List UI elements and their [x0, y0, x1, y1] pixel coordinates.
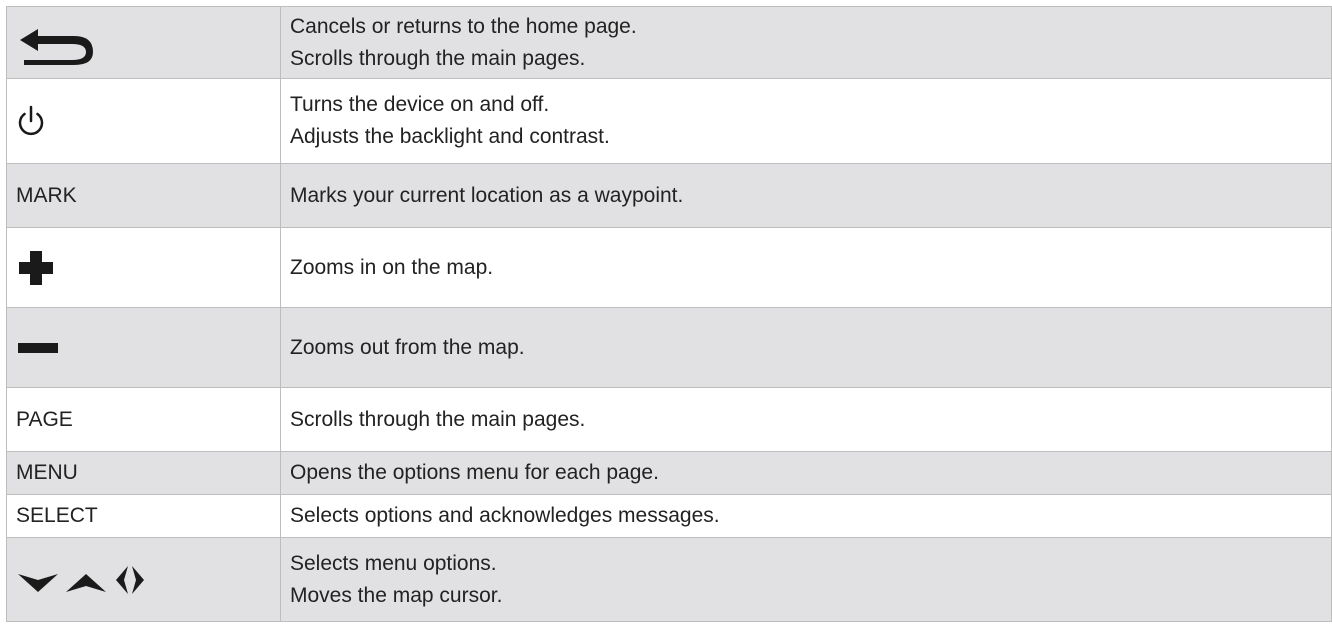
table-row: PAGE Scrolls through the main pages.	[6, 387, 1332, 452]
minus-icon	[18, 342, 58, 353]
description-line: Zooms out from the map.	[290, 335, 525, 359]
back-arrow-icon	[20, 28, 93, 65]
table-row: Cancels or returns to the home page. Scr…	[6, 6, 1332, 79]
key-label: PAGE	[6, 387, 281, 452]
key-label: MENU	[6, 451, 281, 495]
description-cell: Scrolls through the main pages.	[280, 387, 1332, 452]
description-cell: Cancels or returns to the home page. Scr…	[280, 6, 1332, 79]
table-row: Selects menu options. Moves the map curs…	[6, 537, 1332, 622]
key-cell	[6, 227, 281, 308]
description-line: Scrolls through the main pages.	[290, 407, 586, 431]
device-keys-table: Cancels or returns to the home page. Scr…	[6, 6, 1332, 622]
plus-icon	[19, 250, 53, 285]
table-row: Zooms in on the map.	[6, 227, 1332, 308]
key-cell	[6, 6, 281, 79]
table-row: SELECT Selects options and acknowledges …	[6, 494, 1332, 538]
key-label: SELECT	[6, 494, 281, 538]
description-line: Turns the device on and off.	[290, 93, 550, 116]
description-cell: Zooms in on the map.	[280, 227, 1332, 308]
table-row: MARK Marks your current location as a wa…	[6, 163, 1332, 228]
description-line: Opens the options menu for each page.	[290, 461, 659, 484]
description-line: Selects menu options.	[290, 551, 497, 575]
description-cell: Turns the device on and off. Adjusts the…	[280, 78, 1332, 164]
description-line: Marks your current location as a waypoin…	[290, 183, 684, 207]
direction-arrows-icon	[18, 565, 144, 594]
description-cell: Marks your current location as a waypoin…	[280, 163, 1332, 228]
table-row: MENU Opens the options menu for each pag…	[6, 451, 1332, 495]
table-row: Turns the device on and off. Adjusts the…	[6, 78, 1332, 164]
key-cell	[6, 307, 281, 388]
key-cell	[6, 78, 281, 164]
description-cell: Zooms out from the map.	[280, 307, 1332, 388]
power-icon	[18, 105, 44, 136]
key-cell	[6, 537, 281, 622]
description-cell: Opens the options menu for each page.	[280, 451, 1332, 495]
key-label: MARK	[6, 163, 281, 228]
description-line: Cancels or returns to the home page.	[290, 14, 637, 38]
description-line: Adjusts the backlight and contrast.	[290, 125, 610, 148]
description-line: Selects options and acknowledges message…	[290, 504, 720, 527]
description-cell: Selects menu options. Moves the map curs…	[280, 537, 1332, 622]
description-cell: Selects options and acknowledges message…	[280, 494, 1332, 538]
description-line: Zooms in on the map.	[290, 255, 494, 279]
description-line: Scrolls through the main pages.	[290, 46, 586, 70]
table-row: Zooms out from the map.	[6, 307, 1332, 388]
description-line: Moves the map cursor.	[290, 583, 503, 607]
